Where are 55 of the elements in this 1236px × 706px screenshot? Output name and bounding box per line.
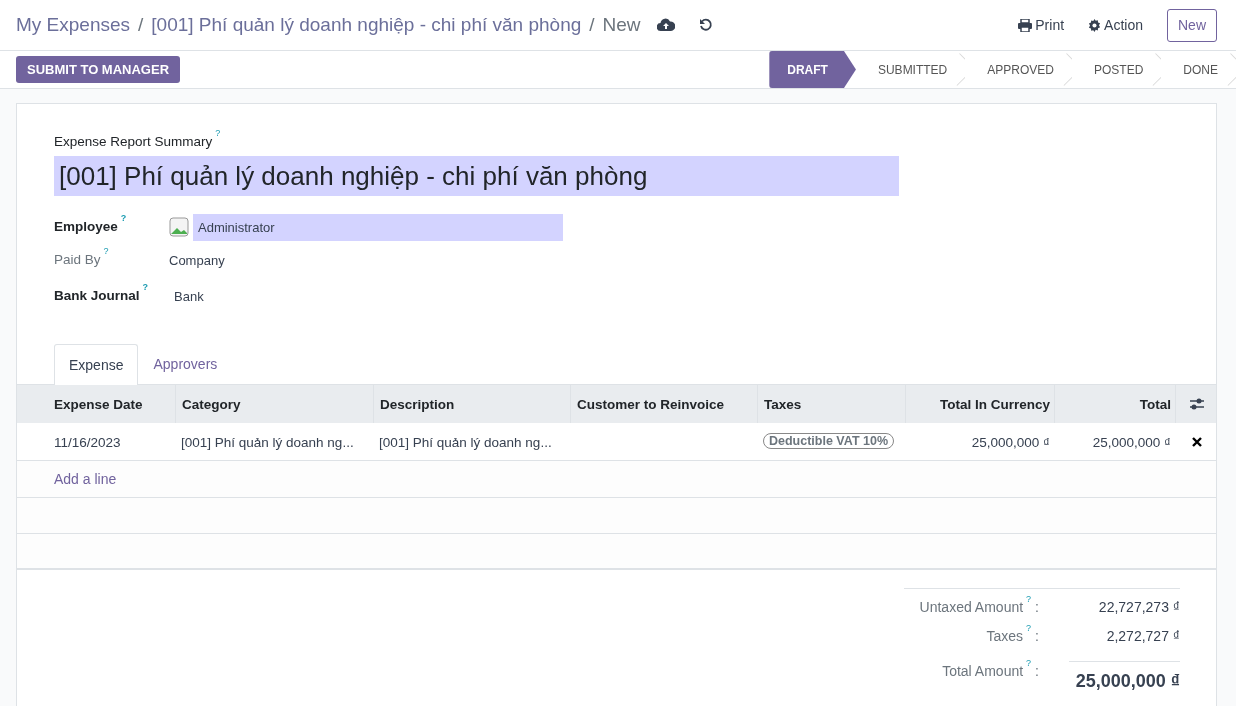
tab[interactable]: Expense: [54, 344, 139, 386]
breadcrumb-separator: /: [589, 12, 595, 37]
print-button[interactable]: Print: [1018, 14, 1065, 36]
new-button[interactable]: New: [1167, 8, 1217, 42]
table-cell: 11/16/2023: [54, 435, 121, 451]
table-cell: 25,000,000 ₫: [971, 435, 1050, 451]
table-cell: [001] Phí quản lý doanh ng...: [181, 435, 354, 451]
grand-total-value: 25,000,000 ₫: [1075, 671, 1180, 692]
printer-icon: [1018, 18, 1033, 32]
field-value[interactable]: Bank: [169, 286, 204, 306]
help-mark[interactable]: ?: [1026, 594, 1032, 605]
column-header: Description: [373, 385, 570, 424]
column-header: Total In Currency: [905, 385, 1054, 424]
total-label: Total Amount: [942, 663, 1024, 680]
gear-icon: [1088, 18, 1102, 32]
breadcrumb-separator: /: [138, 12, 144, 37]
avatar-icon: [169, 217, 189, 238]
tab[interactable]: Approvers: [138, 344, 233, 385]
column-header: Customer to Reinvoice: [570, 385, 757, 424]
column-header: Expense Date: [53, 396, 144, 415]
column-header: Category: [175, 385, 373, 424]
help-mark[interactable]: ?: [103, 246, 109, 257]
summary-field[interactable]: [001] Phí quản lý doanh nghiệp - chi phí văn phòng: [54, 156, 899, 197]
add-line-link[interactable]: Add a line: [54, 471, 117, 488]
employee-field[interactable]: Administrator: [193, 213, 563, 241]
field-label: Paid By: [54, 252, 101, 268]
column-header: Total: [1054, 385, 1175, 424]
discard-icon[interactable]: [698, 18, 713, 32]
status-step[interactable]: DRAFT: [769, 51, 856, 88]
colon: :: [1035, 663, 1039, 680]
total-label: Untaxed Amount: [919, 599, 1024, 616]
breadcrumb-current: New: [602, 12, 641, 37]
submit-button[interactable]: SUBMIT TO MANAGER: [16, 55, 181, 84]
help-mark[interactable]: ?: [1026, 623, 1032, 634]
colon: :: [1035, 628, 1039, 645]
help-mark[interactable]: ?: [142, 282, 149, 293]
help-mark[interactable]: ?: [120, 213, 127, 224]
table-cell: 25,000,000 ₫: [1092, 435, 1171, 451]
total-value: 2,272,727 ₫: [1106, 628, 1180, 645]
colon: :: [1035, 599, 1039, 616]
field-label: Bank Journal: [54, 288, 140, 304]
breadcrumb-link[interactable]: [001] Phí quản lý doanh nghiệp - chi phí văn phòng: [151, 10, 582, 40]
table-cell: [001] Phí quản lý doanh ng...: [379, 435, 552, 451]
field-label: Expense Report Summary: [54, 134, 213, 149]
total-label: Taxes: [986, 628, 1024, 645]
breadcrumb-link[interactable]: My Expenses: [16, 10, 131, 40]
field-label: Employee: [54, 219, 118, 235]
save-icon[interactable]: [656, 18, 675, 32]
total-value: 22,727,273 ₫: [1098, 599, 1180, 616]
column-settings-icon[interactable]: [1189, 397, 1205, 412]
column-header: Taxes: [757, 385, 905, 424]
help-mark[interactable]: ?: [215, 128, 221, 139]
help-mark[interactable]: ?: [1026, 658, 1032, 669]
field-value: Company: [169, 251, 225, 270]
action-button[interactable]: Action: [1088, 14, 1143, 36]
